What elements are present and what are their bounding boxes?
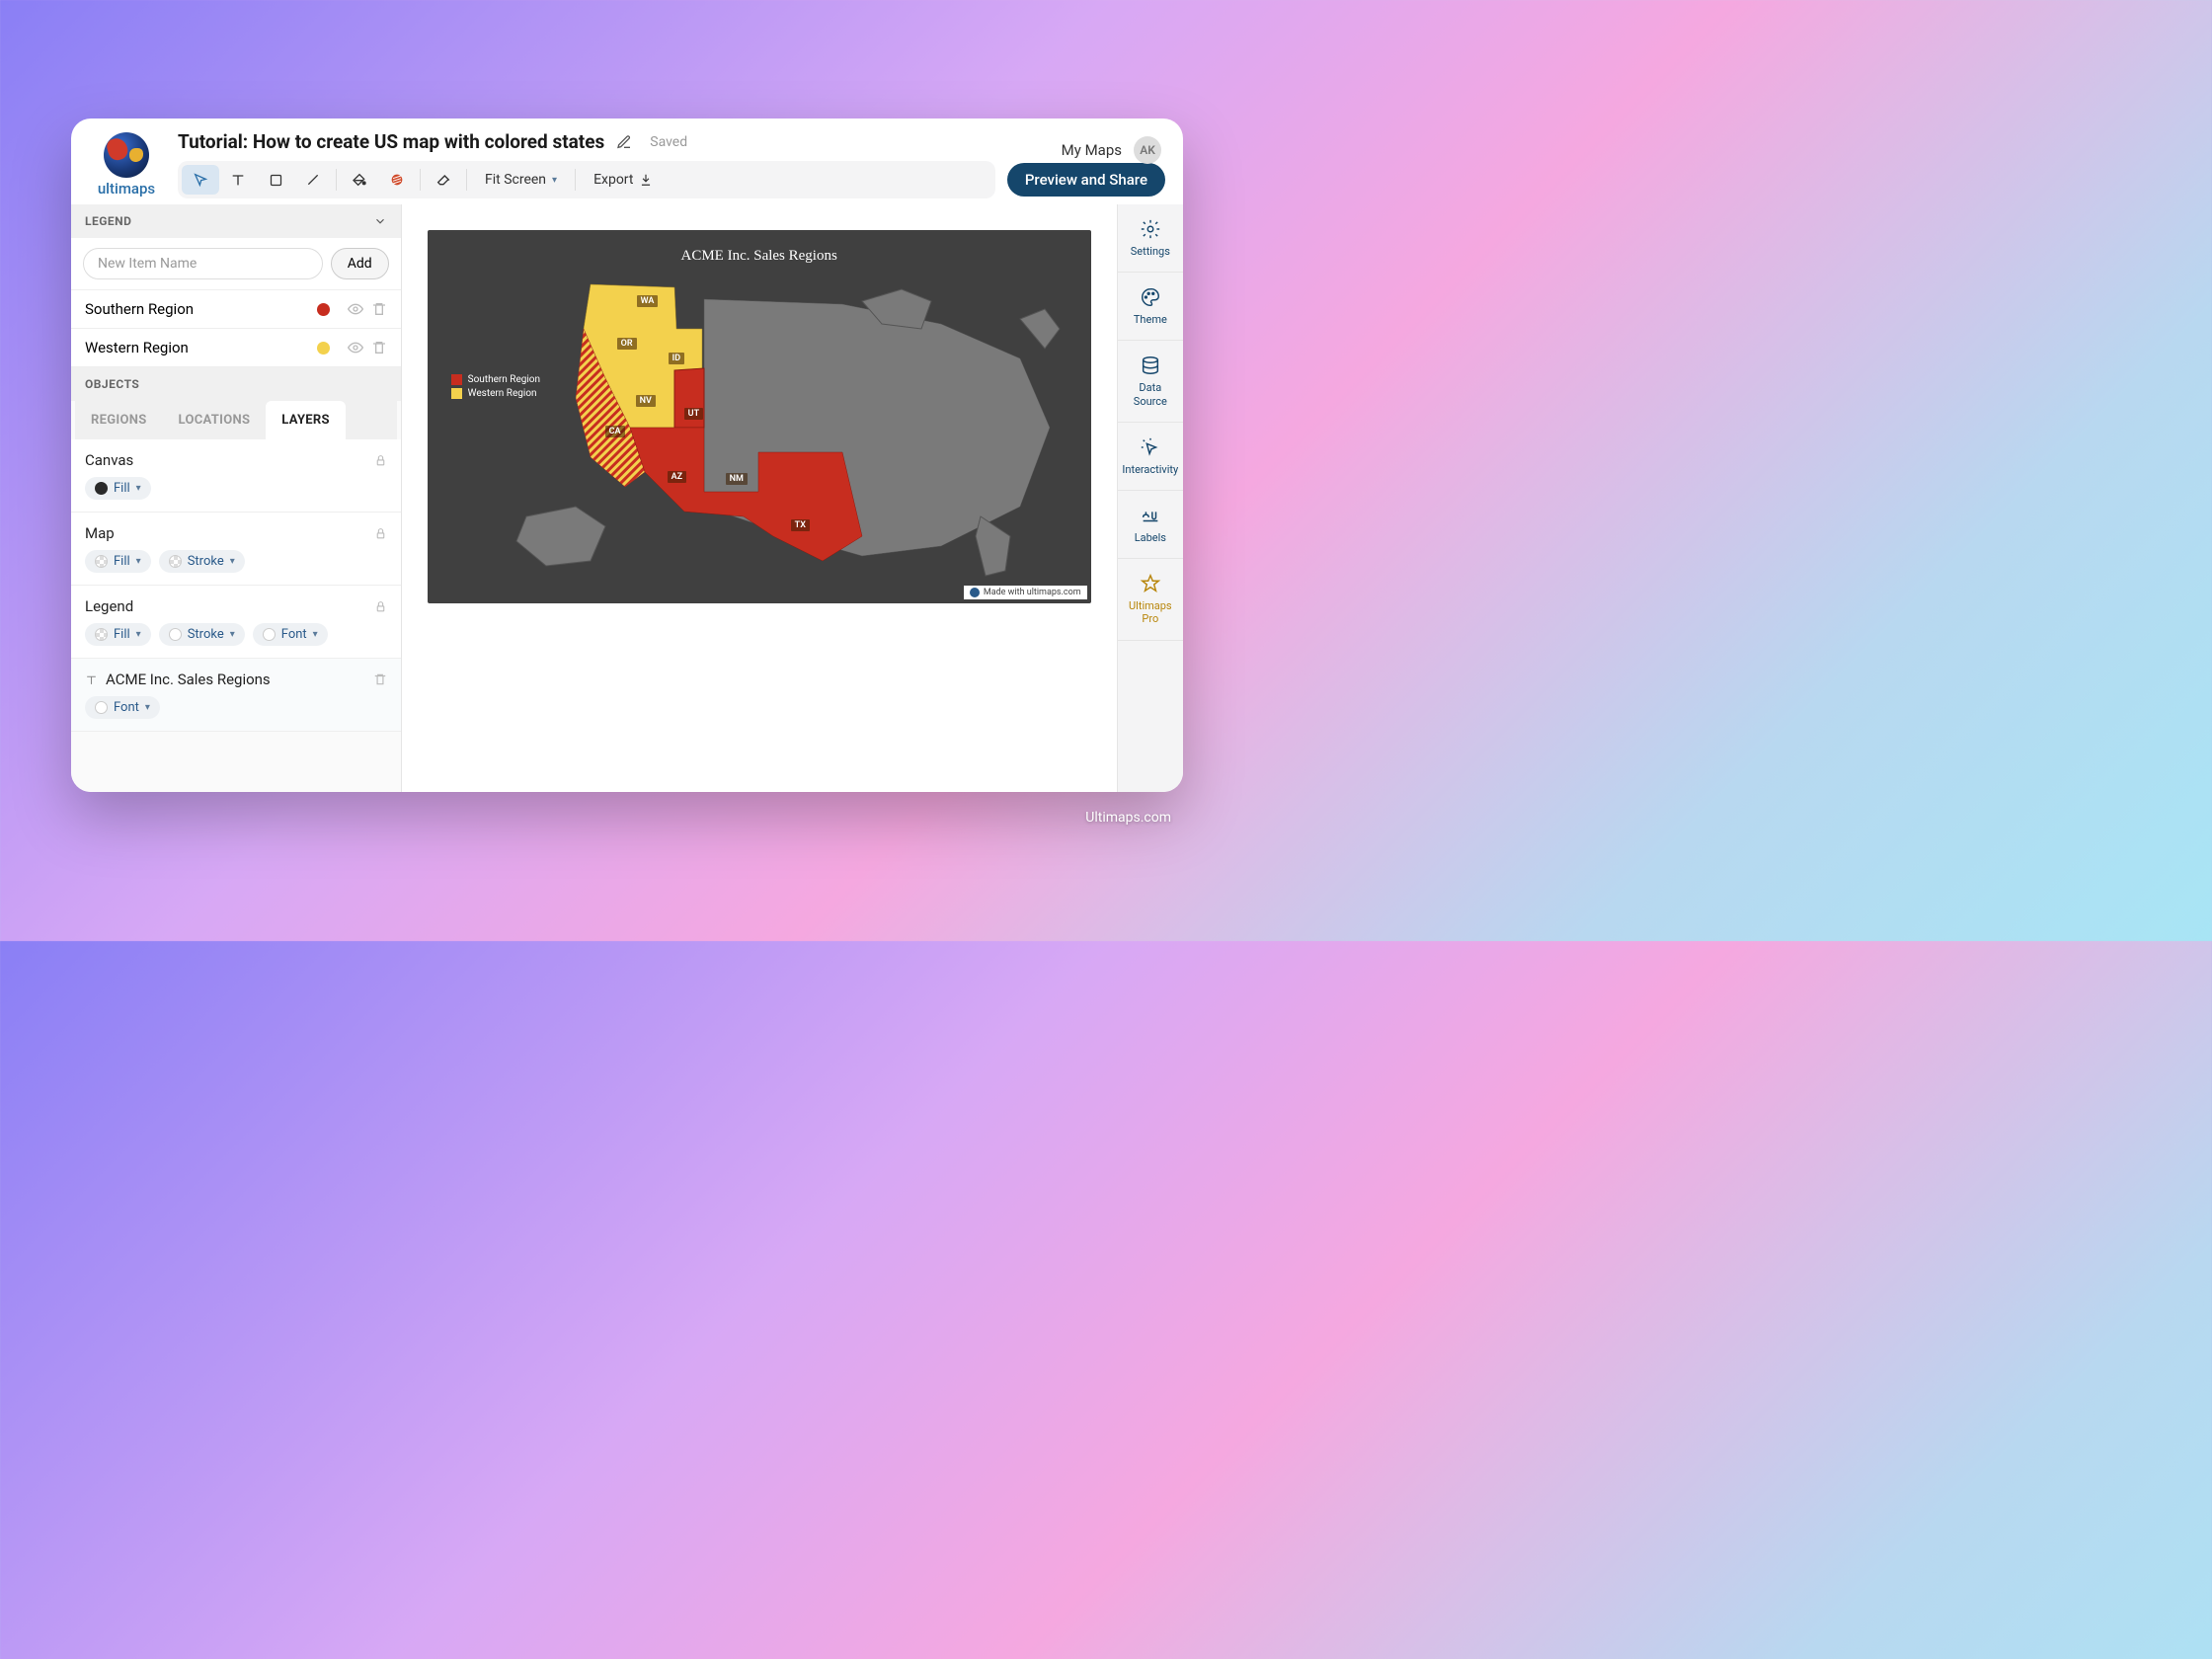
- preview-share-button[interactable]: Preview and Share: [1007, 163, 1165, 197]
- fill-tool-button[interactable]: [341, 165, 378, 195]
- state-label: UT: [684, 408, 703, 420]
- rail-theme-button[interactable]: Theme: [1118, 273, 1183, 341]
- lock-icon: [374, 600, 387, 613]
- text-tool-button[interactable]: [219, 165, 257, 195]
- palette-icon: [1140, 286, 1161, 308]
- star-icon: [1140, 573, 1161, 594]
- avatar[interactable]: AK: [1134, 136, 1161, 164]
- state-label: NM: [726, 473, 748, 485]
- map-attribution: Made with ultimaps.com: [964, 586, 1087, 599]
- rail-interactivity-button[interactable]: Interactivity: [1118, 423, 1183, 491]
- toolbar: Fit Screen▾ Export: [178, 161, 995, 198]
- state-label: NV: [636, 395, 656, 407]
- font-chip[interactable]: Font▾: [85, 696, 160, 719]
- right-rail: Settings Theme Data Source Interactivity…: [1117, 204, 1183, 792]
- state-label: WA: [637, 295, 659, 307]
- legend-swatch: [317, 342, 330, 355]
- layer-title: ACME Inc. Sales Regions: [85, 671, 271, 688]
- legend-section-header[interactable]: LEGEND: [71, 204, 401, 238]
- objects-header: OBJECTS: [71, 367, 401, 401]
- brand-name: ultimaps: [98, 180, 155, 198]
- doc-title: Tutorial: How to create US map with colo…: [178, 130, 604, 153]
- cursor-tool-button[interactable]: [182, 165, 219, 195]
- eye-icon[interactable]: [348, 301, 363, 317]
- line-tool-button[interactable]: [294, 165, 332, 195]
- pointer-icon: [1140, 436, 1161, 458]
- font-chip[interactable]: Font▾: [253, 623, 328, 646]
- pattern-tool-button[interactable]: [378, 165, 416, 195]
- legend-item[interactable]: Western Region: [71, 329, 401, 367]
- legend-add-button[interactable]: Add: [331, 248, 389, 279]
- my-maps-link[interactable]: My Maps: [1062, 141, 1122, 159]
- fill-chip[interactable]: Fill▾: [85, 623, 151, 646]
- fit-screen-dropdown[interactable]: Fit Screen▾: [471, 165, 571, 195]
- legend-swatch: [317, 303, 330, 316]
- eye-icon[interactable]: [348, 340, 363, 356]
- edit-icon[interactable]: [616, 134, 632, 150]
- toolbar-row: Fit Screen▾ Export Preview and Share: [178, 161, 1165, 198]
- trash-icon[interactable]: [371, 340, 387, 356]
- labels-icon: [1140, 505, 1161, 526]
- tab-layers[interactable]: LAYERS: [266, 401, 346, 439]
- lock-icon: [374, 527, 387, 540]
- state-label: OR: [617, 338, 637, 350]
- download-icon: [639, 173, 653, 187]
- stroke-chip[interactable]: Stroke▾: [159, 623, 245, 646]
- legend-name-input[interactable]: [83, 248, 323, 279]
- fill-chip[interactable]: Fill▾: [85, 550, 151, 573]
- objects-tabs: REGIONS LOCATIONS LAYERS: [75, 401, 397, 439]
- legend-item[interactable]: Southern Region: [71, 290, 401, 329]
- legend-header-label: LEGEND: [85, 214, 131, 228]
- state-label: AZ: [668, 471, 686, 483]
- map-legend-box: Southern Region Western Region: [451, 374, 540, 402]
- text-icon: [85, 673, 98, 686]
- layer-title: Canvas: [85, 451, 133, 469]
- chevron-down-icon: [373, 214, 387, 228]
- lock-icon: [374, 454, 387, 467]
- legend-item-label: Western Region: [85, 339, 189, 356]
- layer-block-map: Map Fill▾ Stroke▾: [71, 513, 401, 586]
- state-label: CA: [605, 426, 625, 437]
- tab-regions[interactable]: REGIONS: [75, 401, 163, 439]
- gear-icon: [1140, 218, 1161, 240]
- title-row: Tutorial: How to create US map with colo…: [178, 130, 1165, 153]
- brand-logo[interactable]: ultimaps: [89, 132, 164, 198]
- tab-locations[interactable]: LOCATIONS: [163, 401, 267, 439]
- state-label: ID: [669, 353, 684, 364]
- rail-settings-button[interactable]: Settings: [1118, 204, 1183, 273]
- rect-tool-button[interactable]: [257, 165, 294, 195]
- app-window: ultimaps Tutorial: How to create US map …: [71, 118, 1183, 792]
- legend-input-row: Add: [71, 238, 401, 290]
- layer-block-canvas: Canvas Fill▾: [71, 439, 401, 513]
- rail-data-source-button[interactable]: Data Source: [1118, 341, 1183, 422]
- layer-title: Legend: [85, 597, 133, 615]
- state-label: TX: [791, 519, 810, 531]
- body-row: LEGEND Add Southern Region Western Regio…: [71, 204, 1183, 792]
- title-area: Tutorial: How to create US map with colo…: [178, 130, 1165, 198]
- layer-block-text: ACME Inc. Sales Regions Font▾: [71, 659, 401, 732]
- globe-icon: [104, 132, 149, 178]
- header-row: ultimaps Tutorial: How to create US map …: [71, 118, 1183, 204]
- trash-icon[interactable]: [373, 672, 387, 686]
- layer-title: Map: [85, 524, 115, 542]
- rail-pro-button[interactable]: Ultimaps Pro: [1118, 559, 1183, 640]
- export-label: Export: [593, 172, 633, 188]
- map-canvas[interactable]: ACME Inc. Sales Regions: [428, 230, 1091, 603]
- stroke-chip[interactable]: Stroke▾: [159, 550, 245, 573]
- header-actions: My Maps AK: [1062, 136, 1161, 164]
- layer-block-legend: Legend Fill▾ Stroke▾ Font▾: [71, 586, 401, 659]
- page-watermark: Ultimaps.com: [1085, 810, 1171, 826]
- canvas-area[interactable]: ACME Inc. Sales Regions: [402, 204, 1117, 792]
- saved-status: Saved: [650, 134, 687, 150]
- fill-chip[interactable]: Fill▾: [85, 477, 151, 500]
- left-panel: LEGEND Add Southern Region Western Regio…: [71, 204, 402, 792]
- fit-screen-label: Fit Screen: [485, 172, 546, 188]
- legend-item-label: Southern Region: [85, 300, 194, 318]
- rail-labels-button[interactable]: Labels: [1118, 491, 1183, 559]
- export-button[interactable]: Export: [580, 165, 667, 195]
- trash-icon[interactable]: [371, 301, 387, 317]
- us-map-svg: [428, 230, 1091, 603]
- eraser-tool-button[interactable]: [425, 165, 462, 195]
- database-icon: [1140, 355, 1161, 376]
